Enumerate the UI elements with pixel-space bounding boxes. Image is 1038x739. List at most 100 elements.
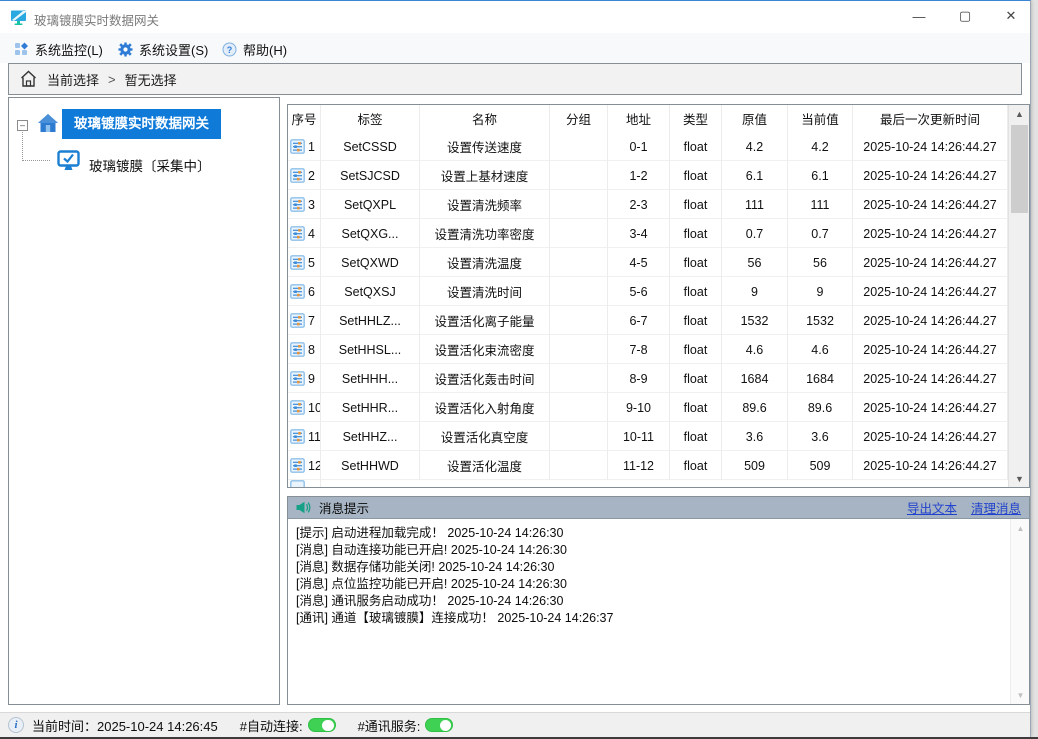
table-row[interactable]: 8 SetHHSL... 设置活化束流密度 7-8 float 4.6 4.6 … [288, 335, 1008, 364]
title-bar: 玻璃镀膜实时数据网关 — ▢ ✕ [0, 1, 1030, 33]
cell-address: 2-3 [608, 190, 670, 219]
table-header-cell[interactable]: 类型 [670, 105, 722, 132]
cell-tag: SetHHR... [321, 393, 420, 422]
cell-type: float [670, 451, 722, 480]
desktop: 玻璃镀膜实时数据网关 — ▢ ✕ 系统监控(L) [0, 0, 1038, 739]
tree-node-gateway[interactable]: 玻璃镀膜实时数据网关 [62, 109, 221, 139]
table-scrollbar[interactable]: ▲ ▼ [1008, 105, 1029, 487]
table-row[interactable]: 3 SetQXPL 设置清洗频率 2-3 float 111 111 2025-… [288, 190, 1008, 219]
home-outline-icon [19, 70, 38, 88]
table-header-cell[interactable]: 名称 [420, 105, 550, 132]
table-row[interactable]: 2 SetSJCSD 设置上基材速度 1-2 float 6.1 6.1 202… [288, 161, 1008, 190]
table-body: 1 SetCSSD 设置传送速度 0-1 float 4.2 4.2 2025-… [288, 132, 1008, 487]
cell-tag: SetHHH... [321, 364, 420, 393]
cell-type: float [670, 393, 722, 422]
table-row[interactable]: 11 SetHHZ... 设置活化真空度 10-11 float 3.6 3.6… [288, 422, 1008, 451]
table-header-cell[interactable]: 分组 [550, 105, 608, 132]
table-row[interactable]: 1 SetCSSD 设置传送速度 0-1 float 4.2 4.2 2025-… [288, 132, 1008, 161]
cell-no: 7 [308, 314, 315, 328]
cell-current-value: 111 [788, 190, 853, 219]
cell-type: float [670, 190, 722, 219]
cell-no: 5 [308, 256, 315, 270]
cell-address: 11-12 [608, 451, 670, 480]
current-time: 当前时间：2025-10-24 14:26:45 [32, 716, 218, 735]
maximize-button[interactable]: ▢ [947, 3, 983, 29]
auto-connect-label: #自动连接: [240, 716, 303, 735]
cell-current-value: 9 [788, 277, 853, 306]
cell-last-update: 2025-10-24 14:26:44.27 [853, 277, 1008, 306]
table-row[interactable]: 10 SetHHR... 设置活化入射角度 9-10 float 89.6 89… [288, 393, 1008, 422]
tree-connector [22, 132, 50, 161]
table-header-cell[interactable]: 最后一次更新时间 [853, 105, 1008, 132]
scroll-up-icon[interactable]: ▲ [1011, 521, 1030, 535]
cell-group [550, 451, 608, 480]
table-header-cell[interactable]: 标签 [321, 105, 420, 132]
cell-seq: 11 [288, 422, 321, 451]
tree-node-channel[interactable]: 玻璃镀膜〔采集中〕 [89, 155, 211, 175]
app-window: 玻璃镀膜实时数据网关 — ▢ ✕ 系统监控(L) [0, 0, 1031, 737]
close-button[interactable]: ✕ [993, 3, 1029, 29]
cell-name: 设置清洗功率密度 [420, 219, 550, 248]
message-panel: 消息提示 导出文本 清理消息 [提示] 启动进程加载完成！ 2025-10-24… [287, 496, 1030, 705]
sliders-icon [290, 458, 305, 473]
minimize-button[interactable]: — [901, 3, 937, 29]
cell-group [550, 248, 608, 277]
cell-name: 设置活化离子能量 [420, 306, 550, 335]
table-row[interactable]: 5 SetQXWD 设置清洗温度 4-5 float 56 56 2025-10… [288, 248, 1008, 277]
table-row[interactable]: 12 SetHHWD 设置活化温度 11-12 float 509 509 20… [288, 451, 1008, 480]
cell-current-value: 4.2 [788, 132, 853, 161]
cell-group [550, 277, 608, 306]
message-scrollbar[interactable]: ▲ ▼ [1010, 519, 1029, 704]
cell-name: 设置清洗温度 [420, 248, 550, 277]
cell-original-value: 509 [722, 451, 788, 480]
message-list: [提示] 启动进程加载完成！ 2025-10-24 14:26:30[消息] 自… [288, 519, 1010, 704]
table-header-cell[interactable]: 地址 [608, 105, 670, 132]
cell-address: 10-11 [608, 422, 670, 451]
clear-messages-link[interactable]: 清理消息 [971, 498, 1021, 517]
cell-no: 2 [308, 169, 315, 183]
cell-name: 设置活化轰击时间 [420, 364, 550, 393]
table-row[interactable]: 9 SetHHH... 设置活化轰击时间 8-9 float 1684 1684… [288, 364, 1008, 393]
table-row[interactable]: 7 SetHHLZ... 设置活化离子能量 6-7 float 1532 153… [288, 306, 1008, 335]
cell-type: float [670, 364, 722, 393]
message-line: [消息] 通讯服务启动成功！ 2025-10-24 14:26:30 [296, 593, 1002, 610]
message-line: [消息] 数据存储功能关闭! 2025-10-24 14:26:30 [296, 559, 1002, 576]
scrollbar-thumb[interactable] [1011, 125, 1028, 213]
sliders-icon [290, 371, 305, 386]
sliders-icon [290, 400, 305, 415]
cell-type: float [670, 422, 722, 451]
scroll-down-icon[interactable]: ▼ [1009, 470, 1030, 487]
scroll-up-icon[interactable]: ▲ [1009, 105, 1030, 122]
table-header-cell[interactable]: 原值 [722, 105, 788, 132]
menu-bar: 系统监控(L) [0, 33, 1030, 63]
cell-current-value: 4.6 [788, 335, 853, 364]
table-header-cell[interactable]: 序号 [288, 105, 321, 132]
cell-current-value: 509 [788, 451, 853, 480]
cell-group [550, 422, 608, 451]
cell-last-update: 2025-10-24 14:26:44.27 [853, 306, 1008, 335]
cell-original-value: 4.2 [722, 132, 788, 161]
menu-item-system-settings[interactable]: 系统设置(S) [112, 38, 214, 60]
scroll-down-icon[interactable]: ▼ [1011, 688, 1030, 702]
cell-no: 6 [308, 285, 315, 299]
menu-item-system-monitor[interactable]: 系统监控(L) [8, 38, 109, 60]
cell-original-value: 6.1 [722, 161, 788, 190]
tree-expander-icon[interactable]: – [17, 120, 28, 131]
cell-seq: 4 [288, 219, 321, 248]
cell-address: 5-6 [608, 277, 670, 306]
cell-last-update: 2025-10-24 14:26:44.27 [853, 335, 1008, 364]
cell-last-update: 2025-10-24 14:26:44.27 [853, 161, 1008, 190]
cell-name: 设置活化入射角度 [420, 393, 550, 422]
menu-item-help[interactable]: ? 帮助(H) [216, 38, 293, 60]
table-row[interactable]: 4 SetQXG... 设置清洗功率密度 3-4 float 0.7 0.7 2… [288, 219, 1008, 248]
auto-connect-toggle[interactable] [308, 718, 336, 732]
comm-service-status: #通讯服务: [358, 716, 454, 735]
toggle-knob [322, 720, 334, 732]
export-text-link[interactable]: 导出文本 [907, 498, 957, 517]
table-header-cell[interactable]: 当前值 [788, 105, 853, 132]
cell-group [550, 219, 608, 248]
svg-text:?: ? [227, 45, 233, 55]
comm-service-toggle[interactable] [425, 718, 453, 732]
table-row[interactable]: 6 SetQXSJ 设置清洗时间 5-6 float 9 9 2025-10-2… [288, 277, 1008, 306]
cell-last-update: 2025-10-24 14:26:44.27 [853, 422, 1008, 451]
